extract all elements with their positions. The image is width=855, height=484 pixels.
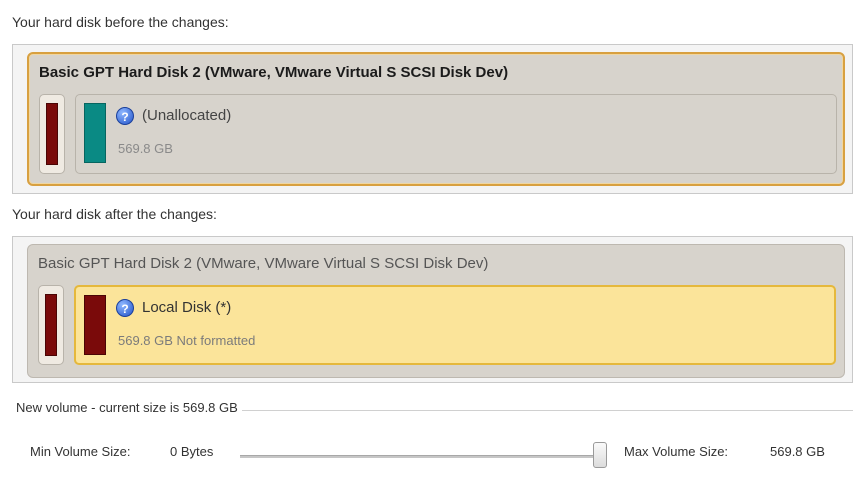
help-icon: ? — [116, 107, 134, 125]
new-volume-swatch — [84, 295, 106, 355]
disk-marker[interactable] — [39, 94, 65, 174]
before-disk-title: Basic GPT Hard Disk 2 (VMware, VMware Vi… — [39, 64, 509, 81]
partition-size: 569.8 GB — [118, 141, 173, 156]
after-section-label: Your hard disk after the changes: — [12, 206, 217, 222]
min-volume-value: 0 Bytes — [170, 444, 214, 459]
after-disk-panel: Basic GPT Hard Disk 2 (VMware, VMware Vi… — [12, 236, 853, 383]
disk-marker-bar — [46, 103, 58, 165]
disk-marker[interactable] — [38, 285, 64, 365]
before-disk-panel: Basic GPT Hard Disk 2 (VMware, VMware Vi… — [12, 44, 853, 194]
max-volume-value: 569.8 GB — [770, 444, 825, 459]
partition-size: 569.8 GB Not formatted — [118, 333, 256, 348]
disk-marker-bar — [45, 294, 57, 356]
volume-size-slider-thumb[interactable] — [593, 442, 607, 468]
help-icon: ? — [116, 299, 134, 317]
before-disk-card[interactable]: Basic GPT Hard Disk 2 (VMware, VMware Vi… — [27, 52, 845, 186]
new-volume-partition[interactable]: ? Local Disk (*) 569.8 GB Not formatted — [74, 285, 836, 365]
unallocated-swatch — [84, 103, 106, 163]
volume-size-group — [12, 410, 853, 470]
after-disk-card[interactable]: Basic GPT Hard Disk 2 (VMware, VMware Vi… — [27, 244, 845, 378]
after-disk-title: Basic GPT Hard Disk 2 (VMware, VMware Vi… — [38, 255, 489, 272]
before-section-label: Your hard disk before the changes: — [12, 14, 229, 30]
max-volume-label: Max Volume Size: — [624, 444, 729, 459]
volume-size-legend: New volume - current size is 569.8 GB — [12, 400, 242, 415]
unallocated-partition[interactable]: ? (Unallocated) 569.8 GB — [75, 94, 837, 174]
min-volume-label: Min Volume Size: — [30, 444, 131, 459]
partition-name: Local Disk (*) — [142, 299, 232, 316]
volume-size-slider-track[interactable] — [240, 455, 600, 458]
partition-name: (Unallocated) — [142, 107, 232, 124]
